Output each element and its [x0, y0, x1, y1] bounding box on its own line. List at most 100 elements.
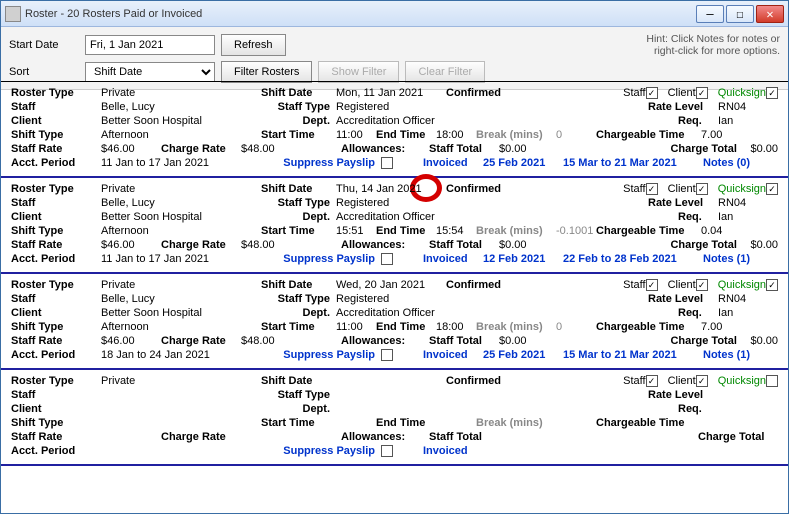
- checkbox[interactable]: [696, 375, 708, 387]
- roster-card: Roster Type Private Shift Date Wed, 20 J…: [1, 274, 788, 370]
- client-label: Client: [11, 403, 101, 415]
- checkbox[interactable]: [766, 183, 778, 195]
- roster-type-value: Private: [101, 183, 261, 195]
- staff-total-label: Staff Total: [429, 143, 499, 155]
- clear-filter-button[interactable]: Clear Filter: [405, 61, 485, 83]
- refresh-button[interactable]: Refresh: [221, 34, 286, 56]
- charge-total-label: Charge Total: [698, 431, 778, 443]
- shift-type-label: Shift Type: [11, 129, 101, 141]
- checkbox[interactable]: [696, 87, 708, 99]
- start-time-label: Start Time: [261, 417, 336, 429]
- checkbox[interactable]: [646, 87, 658, 99]
- shift-date-value: Thu, 14 Jan 2021: [336, 183, 446, 195]
- break-value: -0.1001: [556, 225, 596, 237]
- allowances-label: Allowances:: [341, 431, 429, 443]
- staff-rate-label: Staff Rate: [11, 143, 101, 155]
- rate-level-label: Rate Level: [648, 197, 718, 209]
- acct-period-label: Acct. Period: [11, 349, 101, 361]
- client-label: Client: [11, 115, 101, 127]
- charge-total-value: $0.00: [750, 335, 778, 347]
- start-date-input[interactable]: [85, 35, 215, 55]
- invoiced-label: Invoiced: [423, 349, 483, 361]
- shift-type-label: Shift Type: [11, 225, 101, 237]
- roster-card: Roster Type Private Shift Date Confirmed…: [1, 370, 788, 466]
- notes-link[interactable]: Notes (1): [703, 253, 750, 265]
- charge-total-label: Charge Total: [670, 143, 750, 155]
- start-time-value: 11:00: [336, 321, 376, 333]
- roster-card: Roster Type Private Shift Date Thu, 14 J…: [1, 178, 788, 274]
- roster-card: Roster Type Private Shift Date Mon, 11 J…: [1, 82, 788, 178]
- charge-rate-label: Charge Rate: [161, 335, 241, 347]
- close-button[interactable]: ✕: [756, 5, 784, 23]
- suppress-payslip-link[interactable]: Suppress Payslip: [261, 445, 381, 457]
- staff-value: Belle, Lucy: [101, 101, 261, 113]
- staff-total-value: $0.00: [499, 143, 549, 155]
- checkbox[interactable]: [766, 375, 778, 387]
- req-label: Req.: [678, 307, 718, 319]
- shift-date-value: Wed, 20 Jan 2021: [336, 279, 446, 291]
- start-time-label: Start Time: [261, 225, 336, 237]
- suppress-payslip-link[interactable]: Suppress Payslip: [261, 349, 381, 361]
- shift-type-label: Shift Type: [11, 417, 101, 429]
- shift-date-label: Shift Date: [261, 279, 336, 291]
- notes-link[interactable]: Notes (1): [703, 349, 750, 361]
- shift-date-label: Shift Date: [261, 183, 336, 195]
- checkbox[interactable]: [646, 183, 658, 195]
- break-value: 0: [556, 129, 596, 141]
- invoiced-date: 25 Feb 2021: [483, 157, 563, 169]
- end-time-value: 18:00: [436, 321, 476, 333]
- dept-label: Dept.: [261, 307, 336, 319]
- checkbox[interactable]: [696, 279, 708, 291]
- client-check-label: Client: [668, 279, 696, 291]
- staff-rate-value: $46.00: [101, 239, 161, 251]
- break-value: 0: [556, 321, 596, 333]
- start-time-label: Start Time: [261, 129, 336, 141]
- checkbox[interactable]: [381, 445, 393, 457]
- charge-rate-value: $48.00: [241, 239, 301, 251]
- checkbox[interactable]: [646, 279, 658, 291]
- checkbox[interactable]: [381, 253, 393, 265]
- checkbox[interactable]: [646, 375, 658, 387]
- chargeable-value: 7.00: [701, 321, 722, 333]
- suppress-payslip-link[interactable]: Suppress Payslip: [261, 157, 381, 169]
- staff-label: Staff: [11, 197, 101, 209]
- shift-type-value: Afternoon: [101, 225, 261, 237]
- client-label: Client: [11, 307, 101, 319]
- quicksign-label: Quicksign: [718, 279, 766, 291]
- sort-label: Sort: [9, 66, 79, 78]
- client-check-label: Client: [668, 183, 696, 195]
- invoiced-date: 25 Feb 2021: [483, 349, 563, 361]
- staff-type-label: Staff Type: [261, 197, 336, 209]
- suppress-payslip-link[interactable]: Suppress Payslip: [261, 253, 381, 265]
- dept-value: Accreditation Officer: [336, 115, 516, 127]
- start-time-value: 15:51: [336, 225, 376, 237]
- req-label: Req.: [678, 115, 718, 127]
- staff-total-label: Staff Total: [429, 335, 499, 347]
- checkbox[interactable]: [696, 183, 708, 195]
- show-filter-button[interactable]: Show Filter: [318, 61, 399, 83]
- filter-rosters-button[interactable]: Filter Rosters: [221, 61, 312, 83]
- end-time-label: End Time: [376, 225, 436, 237]
- pay-range: 22 Feb to 28 Feb 2021: [563, 253, 703, 265]
- checkbox[interactable]: [381, 157, 393, 169]
- minimize-button[interactable]: –: [696, 5, 724, 23]
- acct-period-value: 11 Jan to 17 Jan 2021: [101, 253, 261, 265]
- allowances-label: Allowances:: [341, 239, 429, 251]
- maximize-button[interactable]: ☐: [726, 5, 754, 23]
- charge-total-label: Charge Total: [670, 335, 750, 347]
- staff-label: Staff: [11, 101, 101, 113]
- checkbox[interactable]: [766, 87, 778, 99]
- break-label: Break (mins): [476, 225, 556, 237]
- notes-link[interactable]: Notes (0): [703, 157, 750, 169]
- checkbox[interactable]: [381, 349, 393, 361]
- sort-select[interactable]: Shift Date: [85, 62, 215, 82]
- client-value: Better Soon Hospital: [101, 307, 261, 319]
- quicksign-label: Quicksign: [718, 183, 766, 195]
- shift-date-label: Shift Date: [261, 375, 336, 387]
- titlebar: Roster - 20 Rosters Paid or Invoiced – ☐…: [1, 1, 788, 27]
- checkbox[interactable]: [766, 279, 778, 291]
- roster-type-value: Private: [101, 375, 261, 387]
- staff-label: Staff: [11, 293, 101, 305]
- roster-list[interactable]: Roster Type Private Shift Date Mon, 11 J…: [1, 81, 788, 513]
- hint-text: Hint: Click Notes for notes or right-cli…: [646, 33, 780, 57]
